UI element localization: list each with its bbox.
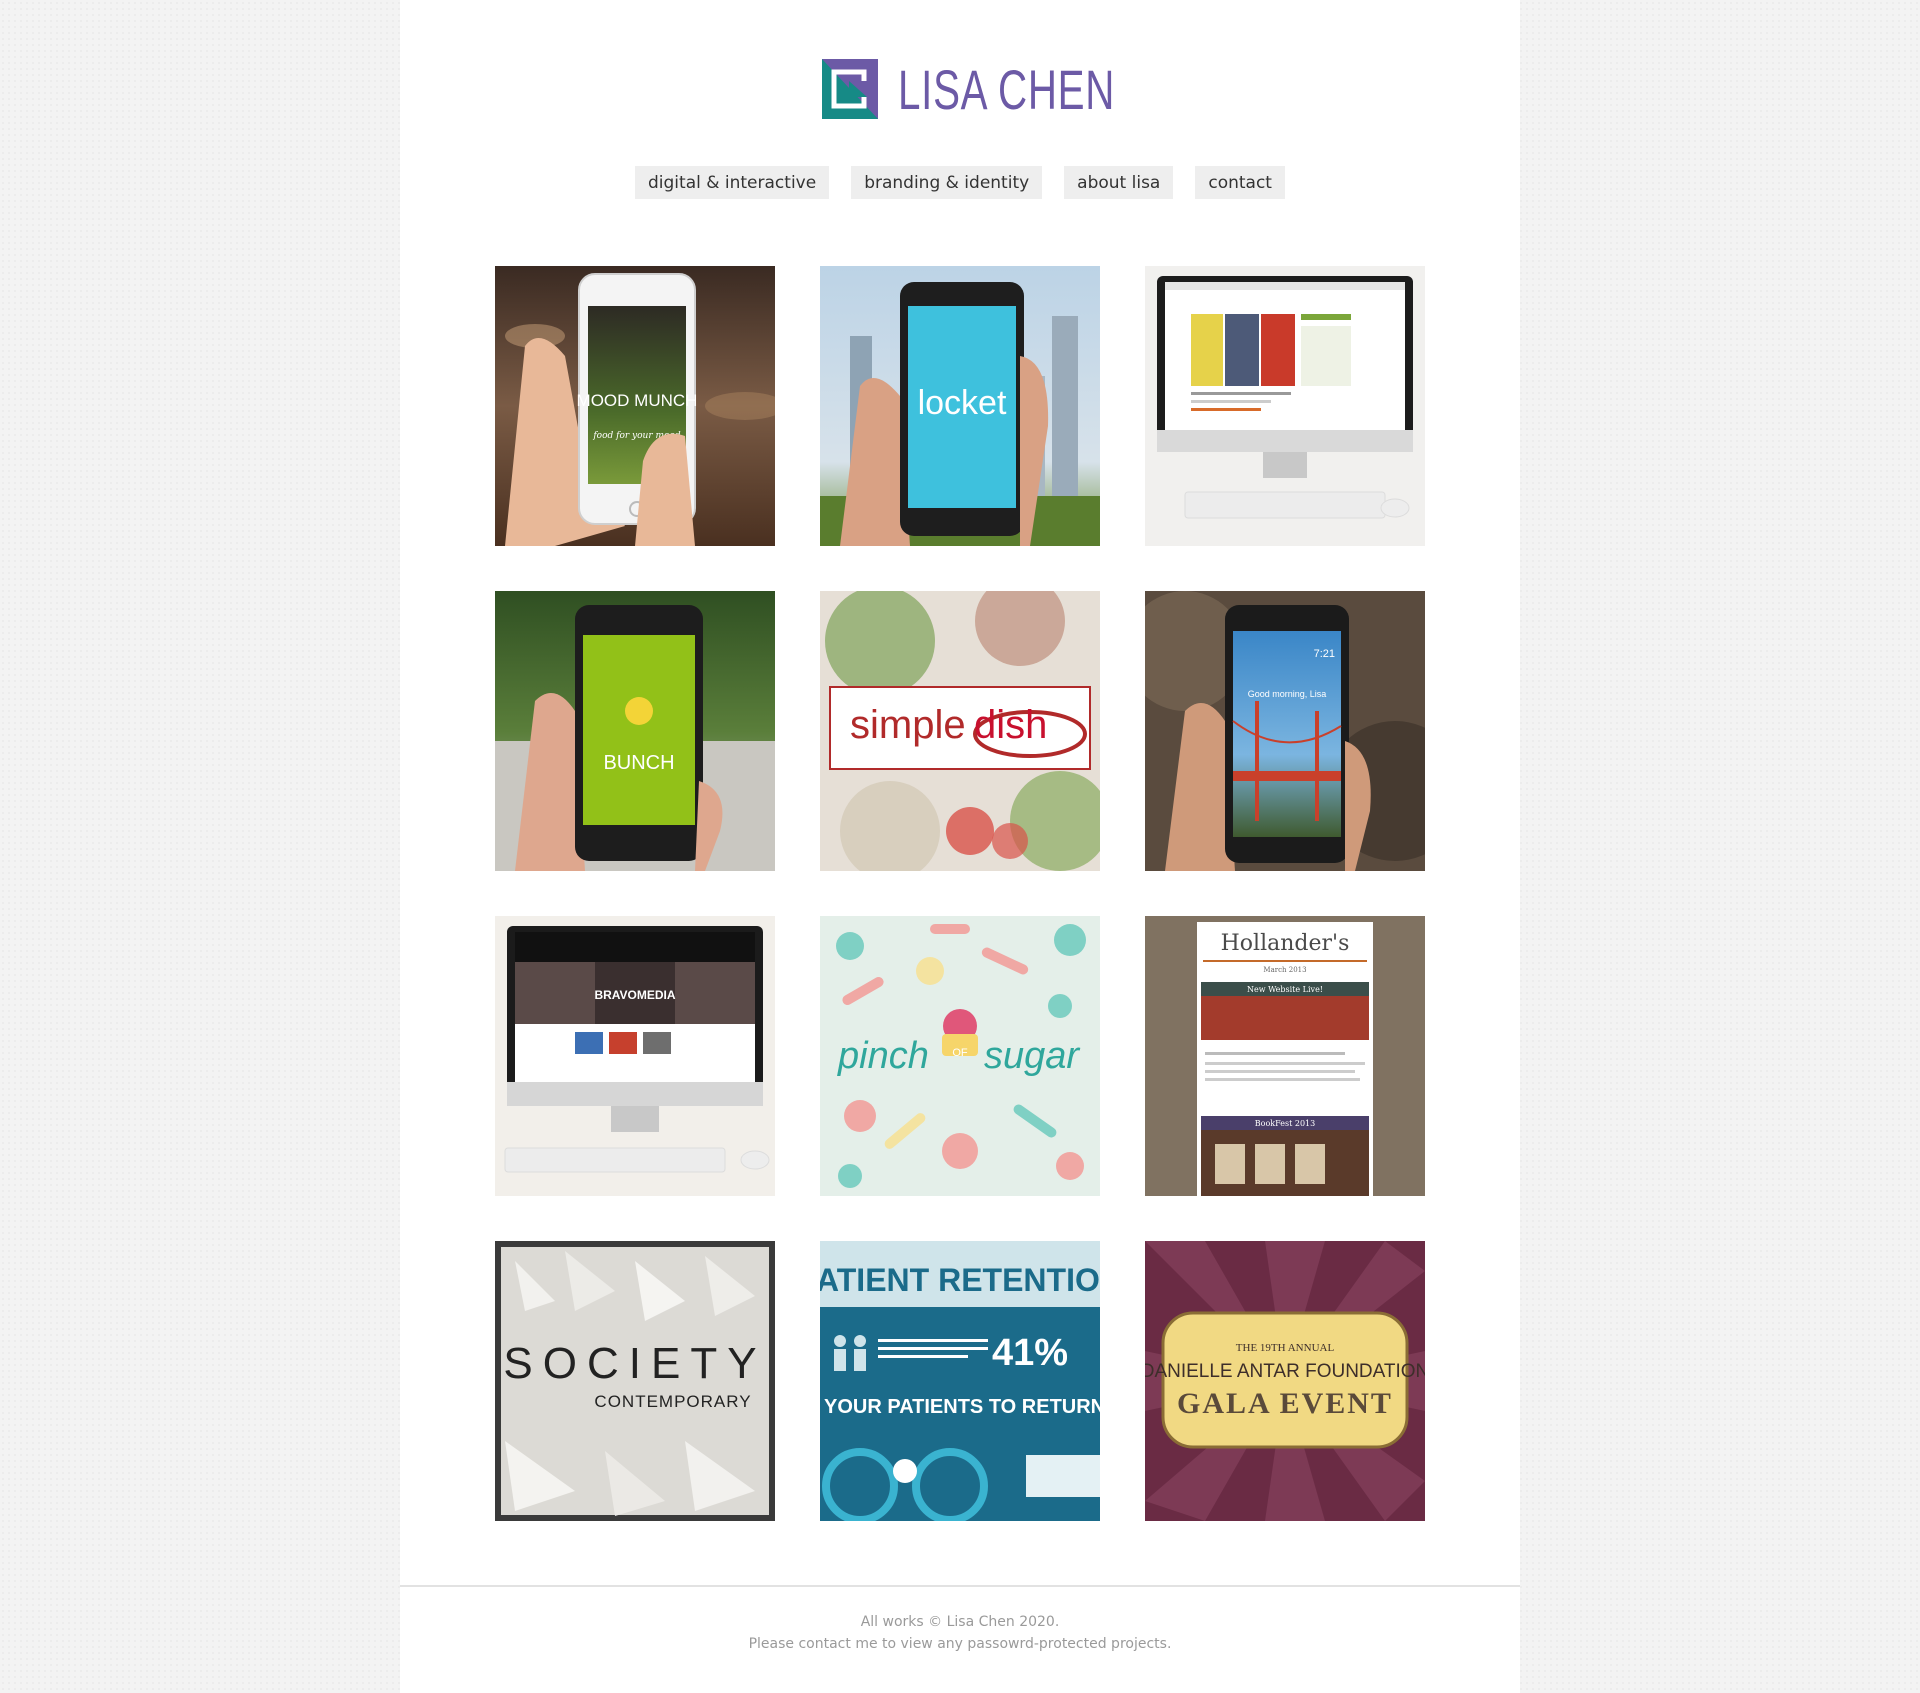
mood-munch-screen-text: MOOD MUNCH <box>577 391 698 410</box>
society-word: SOCIETY <box>503 1339 766 1388</box>
portfolio-tile-patient-retention[interactable]: PATIENT RETENTION 41% YOUR PATIENTS TO R… <box>820 1241 1100 1521</box>
portfolio-tile-lockscreen[interactable]: 7:21 Good morning, Lisa <box>1145 591 1425 871</box>
site-logo[interactable]: LISA CHEN <box>822 57 1200 121</box>
hollanders-title: Hollander's <box>1221 931 1350 956</box>
portfolio-tile-hollanders[interactable]: Hollander's March 2013 New Website Live!… <box>1145 916 1425 1196</box>
nav-about-lisa[interactable]: about lisa <box>1064 166 1174 199</box>
society-contemporary-thumbnail: SOCIETY CONTEMPORARY <box>495 1241 775 1521</box>
gala-event-thumbnail: THE 19TH ANNUAL DANIELLE ANTAR FOUNDATIO… <box>1145 1241 1425 1521</box>
sequel-imac-thumbnail: BRAVOMEDIA <box>495 916 775 1196</box>
main-nav: digital & interactive branding & identit… <box>400 166 1520 199</box>
portfolio-tile-sequel-website[interactable]: BRAVOMEDIA <box>495 916 775 1196</box>
footer: All works © Lisa Chen 2020. Please conta… <box>400 1611 1520 1655</box>
portfolio-tile-gala-event[interactable]: THE 19TH ANNUAL DANIELLE ANTAR FOUNDATIO… <box>1145 1241 1425 1521</box>
footer-divider <box>400 1585 1520 1587</box>
sugar-word: sugar <box>984 1035 1080 1077</box>
hollanders-date: March 2013 <box>1263 966 1306 974</box>
locket-screen-text: locket <box>918 384 1007 422</box>
of-word: OF <box>952 1047 968 1059</box>
portfolio-tile-locket[interactable]: locket <box>820 266 1100 546</box>
simpledish-thumbnail: simple dish <box>820 591 1100 871</box>
simpledish-word-simple: simple <box>850 703 966 747</box>
patient-retention-thumbnail: PATIENT RETENTION 41% YOUR PATIENTS TO R… <box>820 1241 1100 1521</box>
patient-retention-headline: PATIENT RETENTION <box>820 1262 1100 1298</box>
nav-branding-identity[interactable]: branding & identity <box>851 166 1043 199</box>
sequel-slide-text: BRAVOMEDIA <box>594 988 675 1002</box>
imac-website-thumbnail <box>1145 266 1425 546</box>
hollanders-banner-1: New Website Live! <box>1247 985 1323 994</box>
portfolio-tile-mood-munch[interactable]: MOOD MUNCH food for your mood <box>495 266 775 546</box>
patient-retention-stat: 41% <box>992 1332 1068 1374</box>
portfolio-tile-simpledish[interactable]: simple dish <box>820 591 1100 871</box>
portfolio-tile-pinch-of-sugar[interactable]: pinch OF sugar <box>820 916 1100 1196</box>
logo-text: LISA CHEN <box>898 57 1116 121</box>
contemporary-word: CONTEMPORARY <box>594 1392 751 1411</box>
lockscreen-time: 7:21 <box>1314 648 1335 660</box>
portfolio-tile-simpledish-website[interactable] <box>1145 266 1425 546</box>
footer-note: Please contact me to view any passowrd-p… <box>748 1636 1172 1652</box>
gala-line-3: GALA EVENT <box>1177 1387 1393 1420</box>
bunch-screen-text: BUNCH <box>603 752 674 774</box>
lc-square-logo-icon <box>822 59 878 119</box>
lockscreen-greeting: Good morning, Lisa <box>1248 689 1327 699</box>
page-container: LISA CHEN digital & interactive branding… <box>400 0 1520 1693</box>
lockscreen-thumbnail: 7:21 Good morning, Lisa <box>1145 591 1425 871</box>
hollanders-newsletter-thumbnail: Hollander's March 2013 New Website Live!… <box>1145 916 1425 1196</box>
footer-copyright: All works © Lisa Chen 2020. <box>860 1614 1060 1630</box>
simpledish-word-dish: dish <box>974 703 1047 747</box>
gala-line-2: DANIELLE ANTAR FOUNDATION <box>1145 1361 1425 1382</box>
gala-line-1: THE 19TH ANNUAL <box>1236 1342 1335 1354</box>
mood-munch-thumbnail: MOOD MUNCH food for your mood <box>495 266 775 546</box>
bunch-thumbnail: BUNCH <box>495 591 775 871</box>
portfolio-tile-bunch[interactable]: BUNCH <box>495 591 775 871</box>
pinch-word: pinch <box>837 1035 929 1077</box>
hollanders-banner-2: BookFest 2013 <box>1255 1119 1315 1128</box>
nav-digital-interactive[interactable]: digital & interactive <box>635 166 830 199</box>
portfolio-tile-society-contemporary[interactable]: SOCIETY CONTEMPORARY <box>495 1241 775 1521</box>
patient-retention-question: YOUR PATIENTS TO RETURN? <box>824 1396 1100 1418</box>
locket-thumbnail: locket <box>820 266 1100 546</box>
pinch-of-sugar-thumbnail: pinch OF sugar <box>820 916 1100 1196</box>
nav-contact[interactable]: contact <box>1195 166 1285 199</box>
